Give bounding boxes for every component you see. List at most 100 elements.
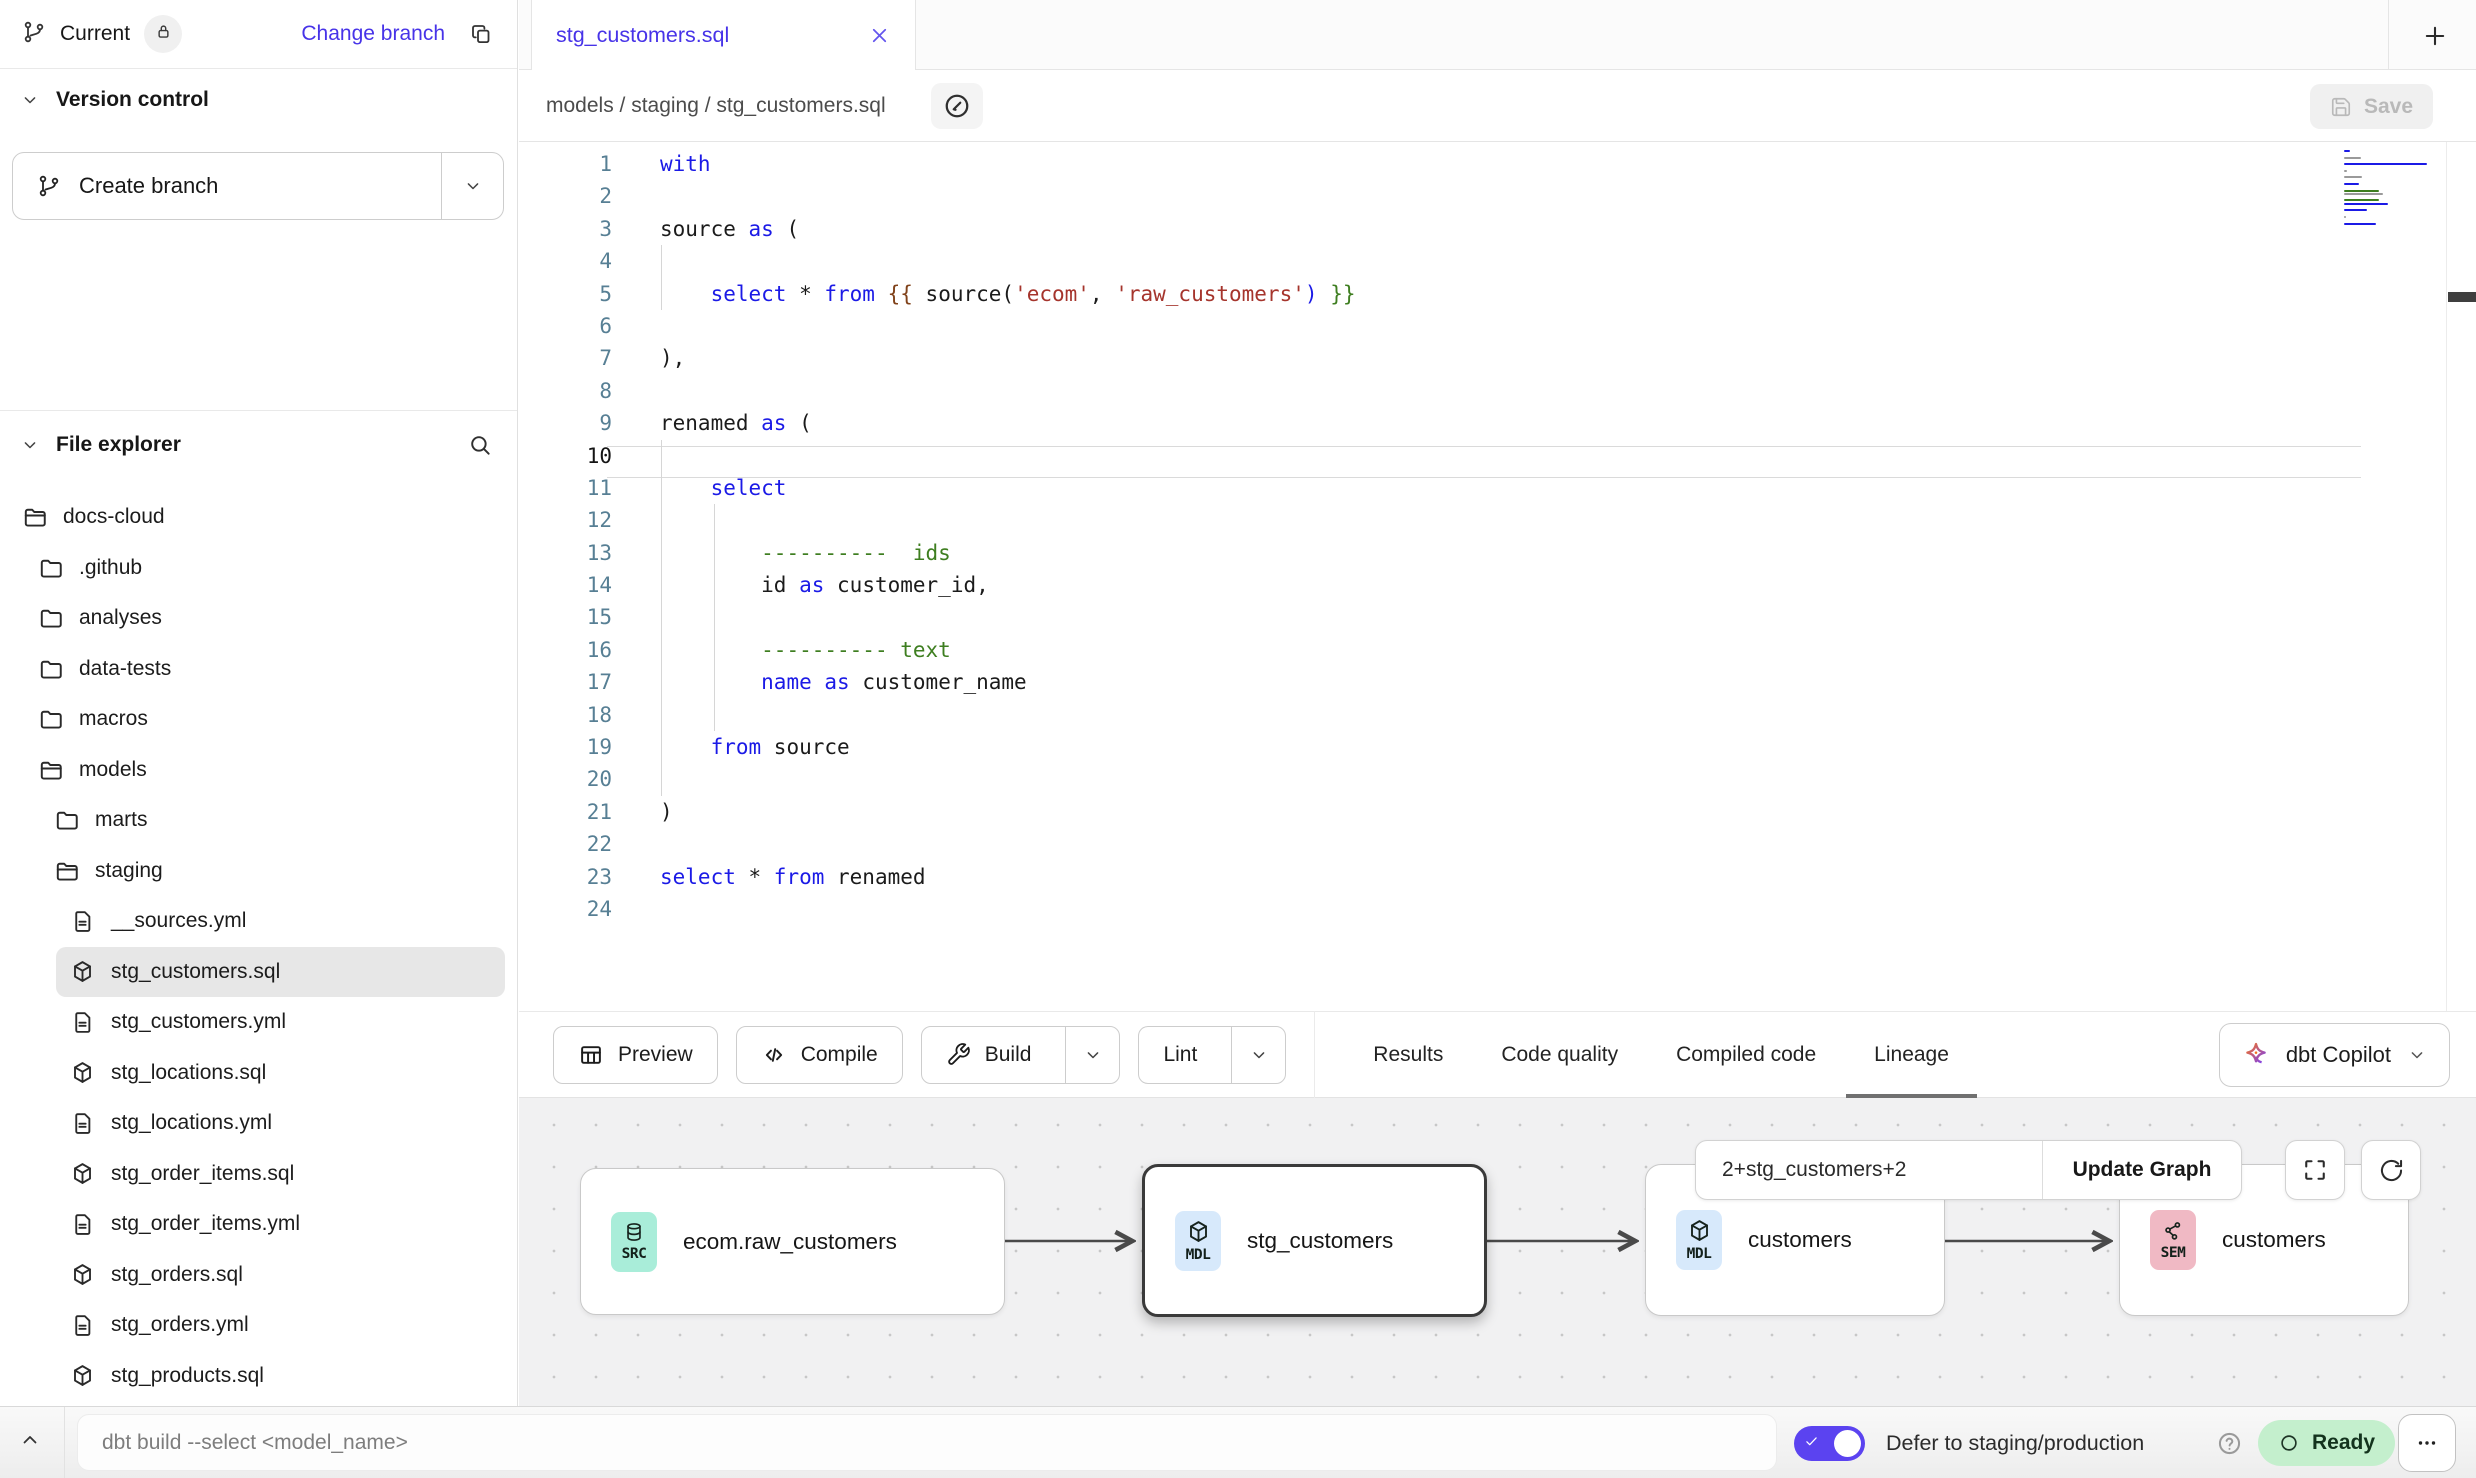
- file-tree-item-stg-order-items-sql[interactable]: stg_order_items.sql: [0, 1149, 517, 1200]
- fullscreen-icon: [2301, 1156, 2329, 1184]
- lineage-node-ecom-raw-customers-src[interactable]: SRCecom.raw_customers: [580, 1168, 1005, 1315]
- build-button[interactable]: Build: [921, 1026, 1121, 1084]
- node-type-badge: SEM: [2150, 1210, 2196, 1270]
- lineage-node-stg-customers-mdl[interactable]: MDLstg_customers: [1142, 1164, 1487, 1317]
- file-tree-item-stg-order-items-yml[interactable]: stg_order_items.yml: [0, 1199, 517, 1250]
- create-branch-button[interactable]: Create branch: [12, 152, 504, 220]
- preview-button[interactable]: Preview: [553, 1026, 718, 1084]
- file-tree-item-staging[interactable]: staging: [0, 846, 517, 897]
- minimap-line: [2344, 157, 2361, 159]
- breadcrumb: models / staging / stg_customers.sql: [546, 70, 886, 142]
- tab-results[interactable]: Results: [1373, 1011, 1443, 1098]
- code-editor[interactable]: 123456789101112131415161718192021222324 …: [519, 142, 2476, 1011]
- copilot-label: dbt Copilot: [2286, 1042, 2391, 1068]
- file-tree-item-stg-locations-sql[interactable]: stg_locations.sql: [0, 1048, 517, 1099]
- file-tree-item-stg-orders-sql[interactable]: stg_orders.sql: [0, 1250, 517, 1301]
- file-name: models: [79, 758, 147, 782]
- line-number: 15: [519, 601, 612, 633]
- save-button[interactable]: Save: [2310, 84, 2433, 129]
- file-tree-item-models[interactable]: models: [0, 745, 517, 796]
- more-options-button[interactable]: [2398, 1414, 2456, 1472]
- file-explorer-title: File explorer: [56, 433, 181, 457]
- file-tree-item-stg-customers-sql[interactable]: stg_customers.sql: [56, 947, 505, 998]
- line-number: 14: [519, 569, 612, 601]
- file-icon: [70, 1211, 96, 1237]
- change-branch-link[interactable]: Change branch: [301, 22, 445, 46]
- folder-icon: [38, 656, 64, 682]
- create-branch-dropdown[interactable]: [441, 153, 503, 219]
- compile-button[interactable]: Compile: [736, 1026, 903, 1084]
- update-graph-button[interactable]: Update Graph: [2043, 1158, 2241, 1182]
- fullscreen-button[interactable]: [2285, 1140, 2345, 1200]
- branch-bar: Current Change branch: [0, 0, 517, 69]
- minimap-line: [2344, 150, 2350, 152]
- file-tree-item--github[interactable]: .github: [0, 543, 517, 594]
- file-name: analyses: [79, 606, 162, 630]
- code-line: [660, 504, 2356, 536]
- refresh-button[interactable]: [2361, 1140, 2421, 1200]
- version-control-header[interactable]: Version control: [20, 88, 493, 112]
- folder-icon: [38, 706, 64, 732]
- scrollbar-thumb[interactable]: [2448, 292, 2476, 302]
- file-tree-item-stg-orders-yml[interactable]: stg_orders.yml: [0, 1300, 517, 1351]
- minimap[interactable]: [2344, 150, 2436, 229]
- code-lines[interactable]: withsource as ( select * from {{ source(…: [660, 148, 2356, 925]
- tab-lineage[interactable]: Lineage: [1874, 1011, 1949, 1098]
- defer-toggle[interactable]: [1794, 1426, 1865, 1461]
- file-name: __sources.yml: [111, 909, 246, 933]
- file-tree-item-stg-customers-yml[interactable]: stg_customers.yml: [0, 997, 517, 1048]
- tab-compiled-code[interactable]: Compiled code: [1676, 1011, 1816, 1098]
- file-name: stg_orders.sql: [111, 1263, 243, 1287]
- file-tree: docs-cloud .github analyses data-tests macro…: [0, 492, 517, 1406]
- copy-icon[interactable]: [469, 22, 493, 46]
- code-line: [660, 601, 2356, 633]
- search-icon[interactable]: [467, 432, 493, 458]
- file-tree-item-docs-cloud[interactable]: docs-cloud: [0, 492, 517, 543]
- git-branch-icon: [22, 20, 46, 49]
- folder-open-icon: [54, 858, 80, 884]
- file-tree-item-stg-locations-yml[interactable]: stg_locations.yml: [0, 1098, 517, 1149]
- code-line: select: [660, 472, 2356, 504]
- file-name: staging: [95, 859, 163, 883]
- line-number: 19: [519, 731, 612, 763]
- code-line: ---------- text: [660, 634, 2356, 666]
- file-tree-item--sources-yml[interactable]: __sources.yml: [0, 896, 517, 947]
- node-label: customers: [2222, 1227, 2326, 1253]
- lineage-panel[interactable]: SRCecom.raw_customersMDLstg_customersMDL…: [519, 1098, 2476, 1406]
- chevron-up-icon[interactable]: [18, 1428, 42, 1457]
- tab-stg-customers-sql[interactable]: stg_customers.sql: [531, 0, 916, 70]
- docs-compass-button[interactable]: [931, 83, 983, 129]
- command-input[interactable]: dbt build --select <model_name>: [77, 1414, 1777, 1471]
- current-branch-label: Current: [60, 22, 130, 46]
- minimap-line: [2344, 163, 2427, 165]
- file-tree-item-data-tests[interactable]: data-tests: [0, 644, 517, 695]
- line-number: 23: [519, 861, 612, 893]
- file-tree-item-macros[interactable]: macros: [0, 694, 517, 745]
- create-branch-label: Create branch: [79, 173, 218, 199]
- help-icon[interactable]: [2216, 1430, 2243, 1462]
- tab-code-quality[interactable]: Code quality: [1501, 1011, 1618, 1098]
- file-name: data-tests: [79, 657, 171, 681]
- status-bar: dbt build --select <model_name> Defer to…: [0, 1406, 2476, 1478]
- minimap-line: [2344, 203, 2388, 205]
- file-icon: [70, 1009, 96, 1035]
- file-tree-item-marts[interactable]: marts: [0, 795, 517, 846]
- file-tree-item-analyses[interactable]: analyses: [0, 593, 517, 644]
- close-icon[interactable]: [868, 24, 891, 47]
- file-name: stg_locations.sql: [111, 1061, 266, 1085]
- lint-dropdown[interactable]: [1231, 1027, 1285, 1083]
- build-dropdown[interactable]: [1065, 1027, 1119, 1083]
- lint-button[interactable]: Lint: [1138, 1026, 1286, 1084]
- sidebar: Current Change branch Version control Cr…: [0, 0, 518, 1406]
- lineage-filter-input[interactable]: 2+stg_customers+2: [1696, 1158, 2042, 1182]
- line-number: 24: [519, 893, 612, 925]
- line-number: 16: [519, 634, 612, 666]
- ellipsis-icon: [2415, 1431, 2439, 1455]
- refresh-icon: [2378, 1157, 2405, 1184]
- file-explorer-header[interactable]: File explorer: [20, 432, 493, 458]
- file-tree-item-stg-products-sql[interactable]: stg_products.sql: [0, 1351, 517, 1402]
- code-line: [660, 375, 2356, 407]
- file-name: docs-cloud: [63, 505, 165, 529]
- dbt-copilot-button[interactable]: dbt Copilot: [2219, 1023, 2450, 1087]
- new-tab-button[interactable]: [2415, 16, 2455, 56]
